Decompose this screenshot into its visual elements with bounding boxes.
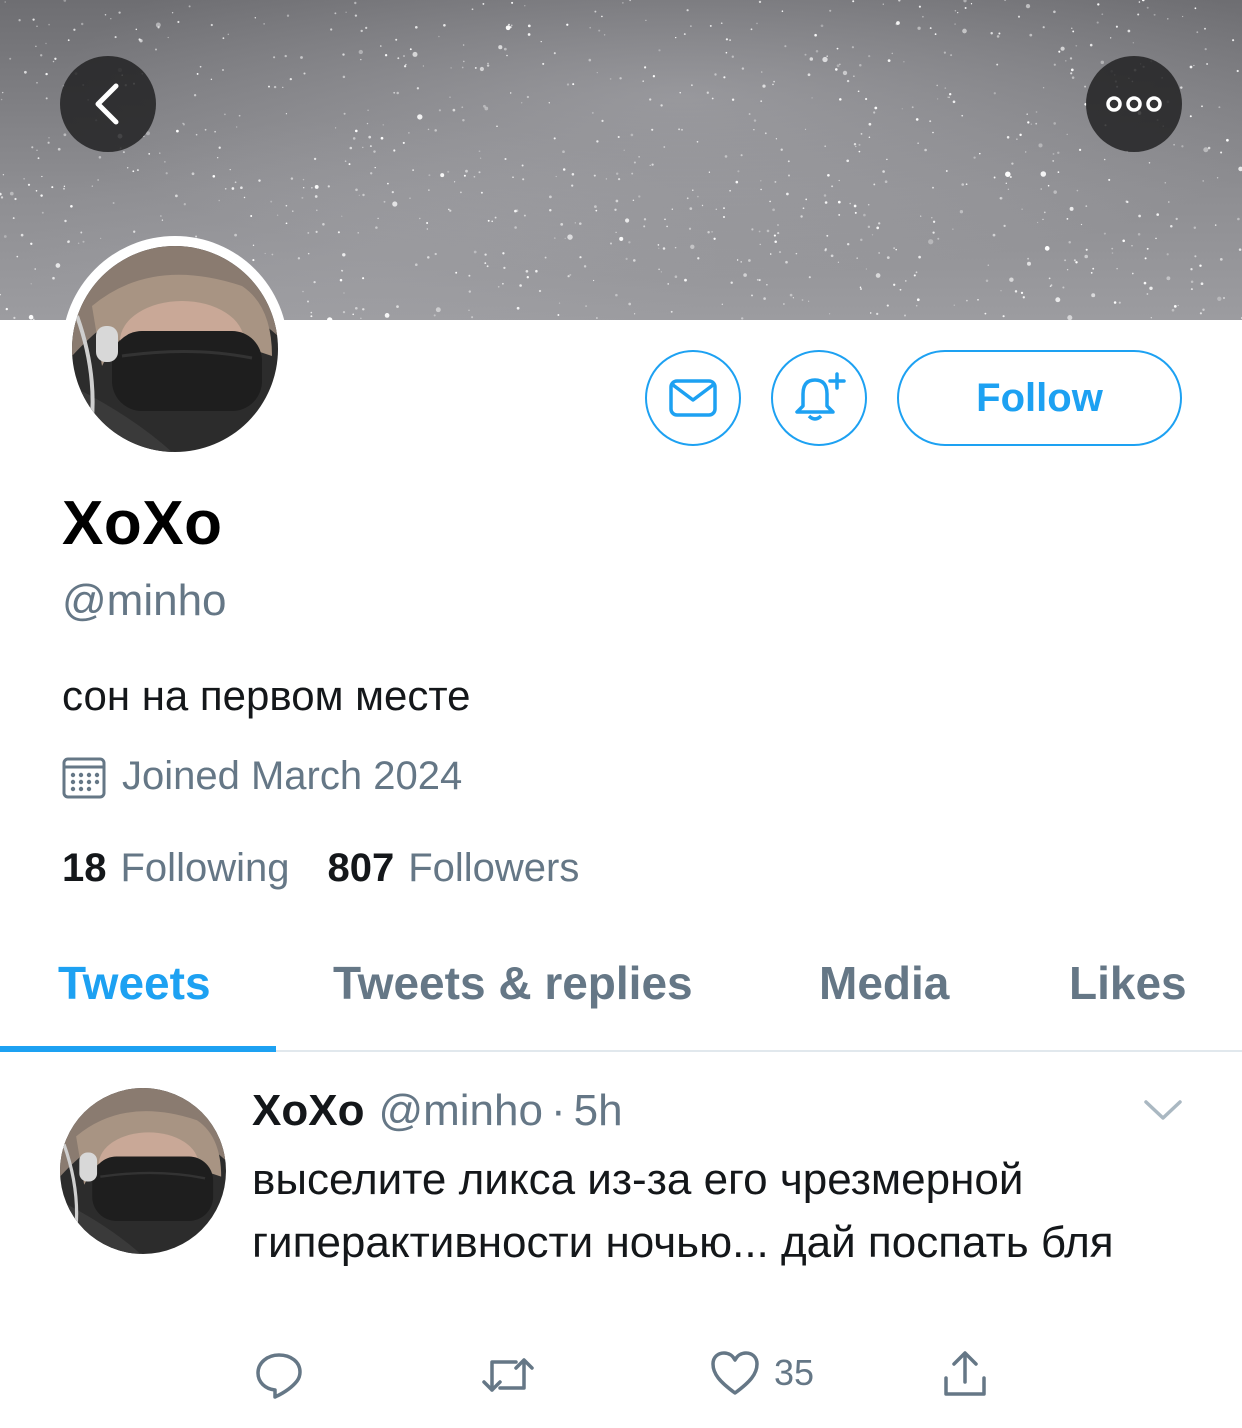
follow-button[interactable]: Follow <box>897 350 1182 446</box>
followers-label: Followers <box>408 846 580 890</box>
following-link[interactable]: 18 Following <box>62 846 289 891</box>
tweet-separator: · <box>550 1086 566 1135</box>
message-button[interactable] <box>645 350 741 446</box>
like-count: 35 <box>774 1352 815 1393</box>
tweet-author-name[interactable]: XoXo <box>252 1086 364 1136</box>
tab-likes[interactable]: Likes <box>1069 956 1187 1010</box>
back-button[interactable] <box>60 56 156 152</box>
tab-tweets[interactable]: Tweets <box>58 956 211 1010</box>
tweet-actions: 35 <box>0 1350 1242 1410</box>
tab-media[interactable]: Media <box>819 956 949 1010</box>
reply-button[interactable] <box>254 1350 318 1400</box>
retweet-button[interactable] <box>480 1350 550 1400</box>
followers-count: 807 <box>327 846 395 890</box>
avatar-image <box>72 246 278 452</box>
like-button[interactable]: 35 <box>710 1350 814 1396</box>
profile-avatar[interactable] <box>62 236 288 462</box>
chevron-down-icon[interactable] <box>1140 1094 1186 1124</box>
followers-link[interactable]: 807 Followers <box>327 846 579 891</box>
more-horizontal-icon <box>1106 96 1162 112</box>
profile-stats: 18 Following 807 Followers <box>62 846 617 891</box>
tweet-avatar[interactable] <box>60 1088 226 1254</box>
display-name: XoXo <box>62 489 223 558</box>
joined-label: Joined March 2024 <box>122 754 463 798</box>
following-count: 18 <box>62 846 107 890</box>
reply-icon <box>256 1353 302 1399</box>
bell-plus-icon <box>795 372 846 421</box>
tweet-header: XoXo @minho · 5h <box>252 1086 623 1136</box>
share-button[interactable] <box>940 1350 990 1400</box>
heart-icon <box>711 1351 759 1395</box>
envelope-icon <box>669 379 717 417</box>
calendar-icon <box>62 757 106 798</box>
profile-handle: @minho <box>62 576 227 625</box>
following-label: Following <box>120 846 290 890</box>
joined-date: Joined March 2024 <box>62 754 462 799</box>
tweet-text: выселите ликса из-за его чрезмерной гипе… <box>252 1155 1114 1267</box>
tab-tweets-replies[interactable]: Tweets & replies <box>333 956 693 1010</box>
chevron-left-icon <box>95 83 119 125</box>
more-button[interactable] <box>1086 56 1182 152</box>
retweet-icon <box>482 1358 534 1392</box>
notifications-button[interactable] <box>771 350 867 446</box>
profile-bio: сон на первом месте <box>62 672 471 719</box>
share-icon <box>944 1351 986 1396</box>
tweet-author-handle: @minho <box>378 1086 543 1135</box>
avatar-image <box>60 1088 226 1254</box>
tweet-time: 5h <box>573 1086 623 1135</box>
profile-tabs: Tweets Tweets & replies Media Likes <box>0 950 1242 1052</box>
